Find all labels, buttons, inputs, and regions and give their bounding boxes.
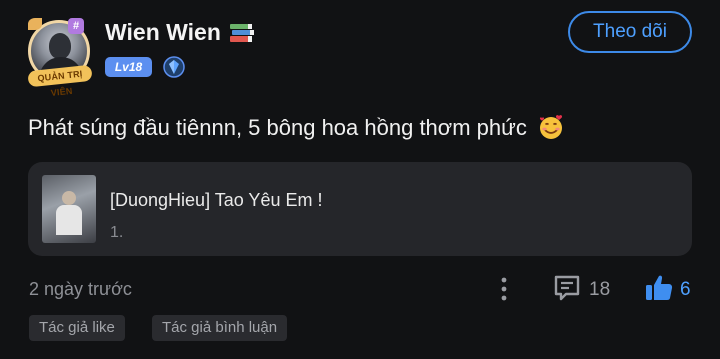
tag-author-liked: Tác giả like bbox=[29, 315, 125, 341]
post-text: Phát súng đầu tiênnn, 5 bông hoa hồng th… bbox=[28, 113, 565, 141]
follow-button[interactable]: Theo dõi bbox=[568, 11, 692, 53]
post-text-content: Phát súng đầu tiênnn, 5 bông hoa hồng th… bbox=[28, 115, 527, 140]
smiling-hearts-emoji-icon bbox=[539, 115, 563, 139]
author-name[interactable]: Wien Wien bbox=[105, 19, 221, 46]
tag-author-commented: Tác giả bình luận bbox=[152, 315, 288, 341]
song-index: 1. bbox=[110, 224, 124, 241]
level-badge: Lv18 bbox=[105, 57, 152, 77]
more-vertical-icon[interactable] bbox=[498, 276, 510, 302]
thumbs-up-icon[interactable] bbox=[643, 272, 675, 304]
post-time: 2 ngày trước bbox=[29, 279, 132, 299]
avatar-badge-icon: # bbox=[68, 18, 84, 34]
shield-icon bbox=[163, 56, 185, 78]
comment-icon[interactable] bbox=[552, 273, 582, 303]
song-title: [DuongHieu] Tao Yêu Em ! bbox=[110, 190, 323, 210]
like-count: 6 bbox=[680, 279, 691, 300]
comment-count: 18 bbox=[589, 279, 611, 300]
song-card[interactable]: [DuongHieu] Tao Yêu Em ! 1. bbox=[28, 162, 692, 256]
avatar[interactable]: # QUẢN TRỊ VIÊN bbox=[26, 18, 94, 98]
leaf-decoration-icon bbox=[28, 18, 42, 30]
song-thumbnail bbox=[42, 175, 96, 243]
books-emoji-icon bbox=[230, 24, 254, 42]
